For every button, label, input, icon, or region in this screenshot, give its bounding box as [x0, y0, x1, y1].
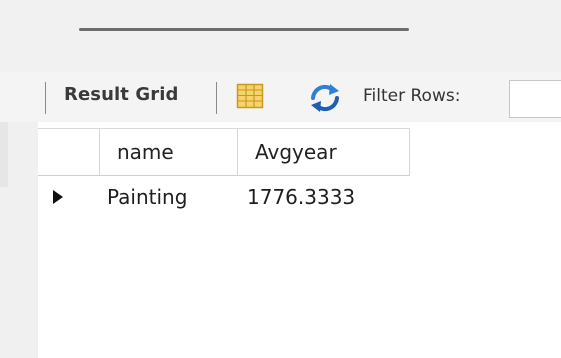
cell-name[interactable]: Painting — [107, 175, 187, 219]
refresh-icon[interactable] — [305, 82, 345, 114]
column-header-name[interactable]: name — [100, 129, 238, 175]
filter-rows-label: Filter Rows: — [363, 86, 461, 106]
grid-header-row: name Avgyear — [38, 128, 410, 176]
cell-avgyear[interactable]: 1776.3333 — [247, 175, 355, 219]
filter-rows-input[interactable] — [509, 80, 561, 118]
column-header-avgyear[interactable]: Avgyear — [238, 129, 410, 175]
gutter-marker — [0, 122, 8, 187]
current-row-arrow-icon — [53, 190, 63, 204]
toolbar-separator — [45, 82, 46, 114]
row-selector-header[interactable] — [38, 129, 100, 175]
panel-splitter[interactable] — [79, 28, 409, 31]
toolbar-separator — [216, 82, 217, 114]
top-panel-area — [0, 0, 561, 72]
table-row[interactable]: Painting 1776.3333 — [38, 175, 410, 219]
result-grid: name Avgyear Painting 1776.3333 — [38, 122, 561, 358]
result-grid-button[interactable]: Result Grid — [64, 84, 178, 105]
row-selector[interactable] — [38, 175, 100, 219]
form-editor-icon[interactable] — [236, 83, 264, 109]
